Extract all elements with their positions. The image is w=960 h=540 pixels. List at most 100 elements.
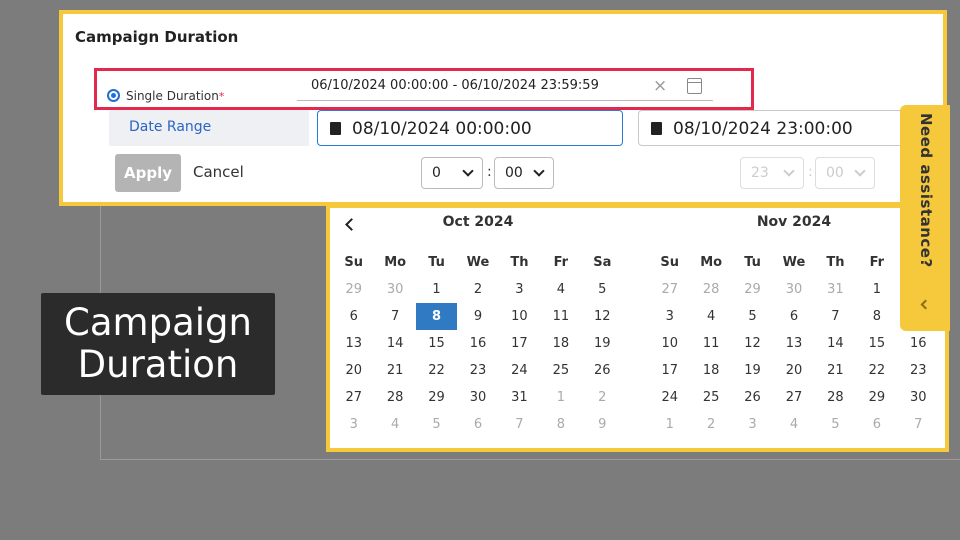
calendar-day: 2	[598, 390, 607, 405]
calendar-day[interactable]: 8	[415, 303, 458, 330]
calendar-day: 30	[785, 282, 803, 297]
calendar-day[interactable]: 27	[773, 384, 814, 411]
calendar-day[interactable]: 13	[773, 330, 814, 357]
calendar-day[interactable]: 28	[374, 384, 415, 411]
calendar-day[interactable]: 25	[540, 357, 581, 384]
tab-date-range[interactable]: Date Range	[109, 110, 309, 146]
calendar-day[interactable]: 25	[690, 384, 731, 411]
calendar-day[interactable]: 23	[457, 357, 498, 384]
date-range-value: 06/10/2024 00:00:00 - 06/10/2024 23:59:5…	[311, 78, 599, 93]
calendar-day[interactable]: 3	[649, 303, 690, 330]
calendar-day[interactable]: 20	[333, 357, 374, 384]
calendar-panel: Oct 2024 Su Mo Tu We Th Fr Sa 29 30 1 2 3 4 5 6 7 8 9 10 11…	[326, 204, 949, 452]
calendar-day[interactable]: 7	[374, 303, 415, 330]
calendar-day[interactable]: 30	[457, 384, 498, 411]
start-datetime-value: 08/10/2024 00:00:00	[352, 119, 532, 139]
calendar-day: 1	[665, 417, 674, 432]
calendar-day[interactable]: 28	[815, 384, 856, 411]
calendar-day[interactable]: 20	[773, 357, 814, 384]
calendar-day[interactable]: 17	[499, 330, 540, 357]
calendar-day[interactable]: 18	[540, 330, 581, 357]
calendar-day[interactable]: 22	[856, 357, 897, 384]
calendar-day[interactable]: 5	[582, 276, 623, 303]
calendar-day[interactable]: 13	[333, 330, 374, 357]
weekday-header: Th	[826, 255, 845, 270]
calendar-day: 8	[556, 417, 565, 432]
calendar-day[interactable]: 2	[457, 276, 498, 303]
end-minute-select[interactable]: 00	[815, 157, 875, 189]
calendar-day: 4	[789, 417, 799, 432]
calendar-day[interactable]: 16	[898, 330, 939, 357]
weekday-header: Tu	[428, 255, 445, 270]
calendar-day[interactable]: 5	[732, 303, 773, 330]
day-grid: SuMoTuWeThFrSa27282930311234567891011121…	[649, 250, 939, 438]
need-assistance-tab[interactable]: Need assistance?	[900, 105, 950, 331]
calendar-day[interactable]: 22	[416, 357, 457, 384]
calendar-icon[interactable]	[687, 78, 702, 94]
calendar-day: 2	[706, 417, 716, 432]
calendar-day[interactable]: 3	[499, 276, 540, 303]
calendar-day[interactable]: 29	[416, 384, 457, 411]
chevron-left-icon[interactable]	[920, 299, 931, 310]
calendar-day[interactable]: 6	[773, 303, 814, 330]
calendar-day[interactable]: 14	[374, 330, 415, 357]
calendar-day[interactable]: 19	[582, 330, 623, 357]
calendar-day[interactable]: 1	[416, 276, 457, 303]
chevron-down-icon	[854, 165, 866, 177]
calendar-day[interactable]: 8	[856, 303, 897, 330]
calendar-day[interactable]: 24	[499, 357, 540, 384]
calendar-day[interactable]: 26	[582, 357, 623, 384]
calendar-day[interactable]: 30	[898, 384, 939, 411]
calendar-month-right: Nov 2024 SuMoTuWeThFrSa27282930311234567…	[649, 208, 939, 448]
calendar-day[interactable]: 21	[374, 357, 415, 384]
calendar-day[interactable]: 11	[540, 303, 581, 330]
date-range-input[interactable]: 06/10/2024 00:00:00 - 06/10/2024 23:59:5…	[297, 75, 713, 101]
calendar-day[interactable]: 16	[457, 330, 498, 357]
calendar-day[interactable]: 10	[649, 330, 690, 357]
calendar-day[interactable]: 9	[457, 303, 498, 330]
calendar-day[interactable]: 4	[690, 303, 731, 330]
calendar-day: 3	[748, 417, 757, 432]
single-duration-radio[interactable]	[107, 89, 120, 102]
calendar-day[interactable]: 12	[582, 303, 623, 330]
campaign-duration-panel: Campaign Duration Single Duration* 06/10…	[59, 10, 947, 206]
calendar-day[interactable]: 1	[856, 276, 897, 303]
end-hour-select[interactable]: 23	[740, 157, 804, 189]
calendar-day[interactable]: 18	[690, 357, 731, 384]
calendar-day[interactable]: 15	[856, 330, 897, 357]
month-title: Oct 2024	[442, 214, 514, 230]
calendar-day[interactable]: 14	[815, 330, 856, 357]
calendar-month-left: Oct 2024 Su Mo Tu We Th Fr Sa 29 30 1 2 3 4 5 6 7 8 9 10 11…	[333, 208, 623, 448]
chevron-down-icon	[783, 165, 795, 177]
section-title: Campaign Duration	[75, 28, 239, 46]
calendar-day: 27	[661, 282, 678, 297]
calendar-day[interactable]: 26	[732, 384, 773, 411]
single-duration-row: Single Duration* 06/10/2024 00:00:00 - 0…	[94, 68, 754, 110]
calendar-day[interactable]: 29	[856, 384, 897, 411]
calendar-day[interactable]: 15	[416, 330, 457, 357]
calendar-day[interactable]: 21	[815, 357, 856, 384]
calendar-day[interactable]: 19	[732, 357, 773, 384]
calendar-day[interactable]: 31	[499, 384, 540, 411]
start-hour-select[interactable]: 0	[421, 157, 483, 189]
weekday-header: Th	[510, 255, 529, 270]
start-datetime-input[interactable]: 08/10/2024 00:00:00	[317, 110, 623, 146]
apply-button[interactable]: Apply	[115, 154, 181, 192]
end-datetime-value: 08/10/2024 23:00:00	[673, 119, 853, 139]
calendar-day[interactable]: 6	[333, 303, 374, 330]
calendar-day[interactable]: 7	[815, 303, 856, 330]
calendar-day[interactable]: 10	[499, 303, 540, 330]
calendar-day[interactable]: 11	[690, 330, 731, 357]
calendar-day[interactable]: 24	[649, 384, 690, 411]
calendar-day[interactable]: 23	[898, 357, 939, 384]
clear-icon[interactable]: ×	[653, 76, 667, 96]
calendar-day[interactable]: 27	[333, 384, 374, 411]
calendar-day[interactable]: 12	[732, 330, 773, 357]
end-datetime-input[interactable]: 08/10/2024 23:00:00	[638, 110, 938, 146]
calendar-day[interactable]: 4	[540, 276, 581, 303]
cancel-button[interactable]: Cancel	[193, 163, 244, 181]
calendar-day[interactable]: 17	[649, 357, 690, 384]
calendar-day: 5	[432, 417, 441, 432]
start-minute-select[interactable]: 00	[494, 157, 554, 189]
weekday-header: Sa	[593, 255, 612, 270]
